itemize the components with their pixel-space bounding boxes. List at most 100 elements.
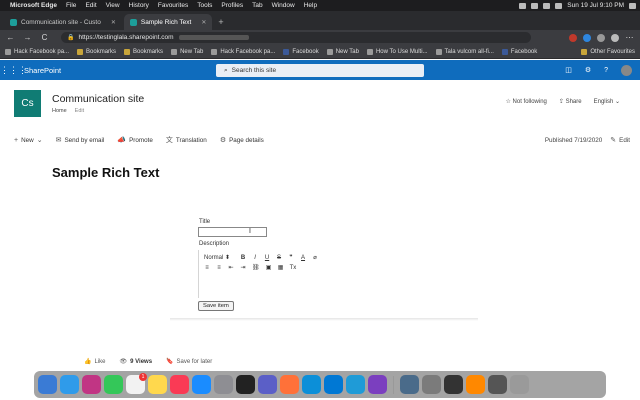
xcode-icon[interactable] <box>346 375 365 394</box>
bookmark-item[interactable]: New Tab <box>171 48 203 55</box>
video-button[interactable]: ▦ <box>278 264 284 271</box>
music-icon[interactable] <box>170 375 189 394</box>
font-color-button[interactable]: A <box>300 255 306 261</box>
bookmark-item[interactable]: Facebook <box>283 48 319 55</box>
firefox-icon[interactable] <box>280 375 299 394</box>
image-button[interactable]: ▣ <box>266 264 272 271</box>
edit-page-button[interactable]: ✎ Edit <box>610 136 630 145</box>
back-button[interactable]: ← <box>6 33 15 42</box>
obs-icon[interactable] <box>444 375 463 394</box>
nav-edit-link[interactable]: Edit <box>75 108 84 114</box>
preview-icon[interactable] <box>422 375 441 394</box>
app-store-icon[interactable] <box>192 375 211 394</box>
like-button[interactable]: 👍 Like <box>84 358 106 366</box>
promote-button[interactable]: 📣 Promote <box>117 136 153 145</box>
edge-icon[interactable] <box>302 375 321 394</box>
teams-icon[interactable] <box>258 375 277 394</box>
clear-formatting-button[interactable]: Tx <box>290 265 297 271</box>
help-icon[interactable]: ? <box>604 67 608 74</box>
extension-icon[interactable] <box>569 33 577 42</box>
forward-button[interactable]: → <box>23 33 32 42</box>
screen-record-icon[interactable] <box>519 2 527 9</box>
menu-favourites[interactable]: Favourites <box>158 2 188 9</box>
menu-view[interactable]: View <box>106 2 120 9</box>
italic-button[interactable]: I <box>252 255 258 261</box>
nav-home-link[interactable]: Home <box>52 108 67 114</box>
bold-button[interactable]: B <box>240 255 246 261</box>
bookmark-item[interactable]: Hack Facebook pa... <box>5 48 69 55</box>
user-avatar[interactable] <box>621 64 632 76</box>
menu-tab[interactable]: Tab <box>252 2 262 9</box>
favourites-icon[interactable] <box>597 33 605 42</box>
tab-sample-rich-text[interactable]: Sample Rich Text ✕ <box>123 14 213 30</box>
visual-studio-icon[interactable] <box>368 375 387 394</box>
other-favourites-folder[interactable]: Other Favourites <box>581 48 635 55</box>
app-launcher-icon[interactable]: ⋮⋮⋮ <box>0 65 27 76</box>
photos-icon[interactable] <box>82 375 101 394</box>
reload-button[interactable]: C <box>40 33 49 42</box>
close-tab-icon[interactable]: ✕ <box>111 19 116 26</box>
close-tab-icon[interactable]: ✕ <box>201 19 206 26</box>
sharepoint-app-name[interactable]: SharePoint <box>24 66 61 75</box>
save-item-button[interactable]: Save item <box>198 301 234 311</box>
menu-file[interactable]: File <box>66 2 76 9</box>
outdent-button[interactable]: ⇤ <box>228 264 234 271</box>
indent-button[interactable]: ⇥ <box>240 264 246 271</box>
menu-tools[interactable]: Tools <box>197 2 212 9</box>
title-input[interactable] <box>198 227 267 237</box>
terminal-icon[interactable] <box>236 375 255 394</box>
bookmark-item[interactable]: New Tab <box>326 48 359 55</box>
menu-help[interactable]: Help <box>304 2 317 9</box>
underline-button[interactable]: U <box>264 255 270 261</box>
messages-icon[interactable] <box>104 375 123 394</box>
page-details-button[interactable]: ⚙ Page details <box>220 136 264 145</box>
settings-icon[interactable]: ⚙ <box>585 66 591 74</box>
ordered-list-button[interactable]: ≡ <box>204 265 210 271</box>
lock-icon[interactable]: 🔒 <box>67 34 74 41</box>
vscode-icon[interactable] <box>324 375 343 394</box>
save-for-later-button[interactable]: 🔖 Save for later <box>166 358 212 366</box>
profile-avatar[interactable] <box>611 33 619 42</box>
battery-icon[interactable] <box>543 2 551 9</box>
menu-window[interactable]: Window <box>272 2 295 9</box>
vlc-icon[interactable] <box>466 375 485 394</box>
notifications-icon[interactable]: ◫ <box>565 66 572 74</box>
new-button[interactable]: + New ⌄ <box>14 136 43 145</box>
bookmark-item[interactable]: Hack Facebook pa... <box>211 48 275 55</box>
safari-icon[interactable] <box>60 375 79 394</box>
extension-icon[interactable] <box>583 33 591 42</box>
strikethrough-button[interactable]: S <box>276 255 282 261</box>
new-tab-button[interactable]: + <box>214 14 227 30</box>
blockquote-button[interactable]: ❞ <box>288 254 294 261</box>
notes-icon[interactable] <box>148 375 167 394</box>
finder-icon[interactable] <box>38 375 57 394</box>
trash-icon[interactable] <box>510 375 529 394</box>
bullet-list-button[interactable]: ≡ <box>216 265 222 271</box>
system-preferences-icon[interactable] <box>214 375 233 394</box>
site-search-input[interactable]: ⌕ Search this site <box>216 64 424 77</box>
bookmark-folder[interactable]: Bookmarks <box>124 48 163 55</box>
translation-button[interactable]: 文 Translation <box>166 135 207 145</box>
send-by-email-button[interactable]: ✉ Send by email <box>56 136 105 145</box>
menu-history[interactable]: History <box>129 2 149 9</box>
search-icon[interactable] <box>555 2 563 9</box>
site-title[interactable]: Communication site <box>52 93 144 105</box>
menu-edit[interactable]: Edit <box>85 2 96 9</box>
follow-button[interactable]: ☆ Not following <box>505 98 546 105</box>
menu-profiles[interactable]: Profiles <box>221 2 243 9</box>
bookmark-folder[interactable]: Bookmarks <box>77 48 116 55</box>
highlight-button[interactable]: ⌀ <box>312 254 318 261</box>
bookmark-item[interactable]: Tala vulcom all-fi... <box>435 48 494 55</box>
more-menu-icon[interactable]: ⋯ <box>625 33 634 42</box>
bookmark-item[interactable]: How To Use Multi... <box>366 48 428 55</box>
bookmark-item[interactable]: Facebook <box>501 48 537 55</box>
clock[interactable]: Sun 19 Jul 9:10 PM <box>567 2 624 9</box>
downloads-folder-icon[interactable] <box>488 375 507 394</box>
control-center-icon[interactable] <box>629 2 636 9</box>
link-button[interactable]: ⛓ <box>252 264 260 271</box>
tab-communication-site[interactable]: Communication site - Custo ✕ <box>4 14 122 30</box>
monitor-icon[interactable] <box>400 375 419 394</box>
share-button[interactable]: ⇪ Share <box>559 98 582 105</box>
wifi-icon[interactable] <box>531 2 539 9</box>
language-dropdown[interactable]: English ⌄ <box>594 98 620 105</box>
